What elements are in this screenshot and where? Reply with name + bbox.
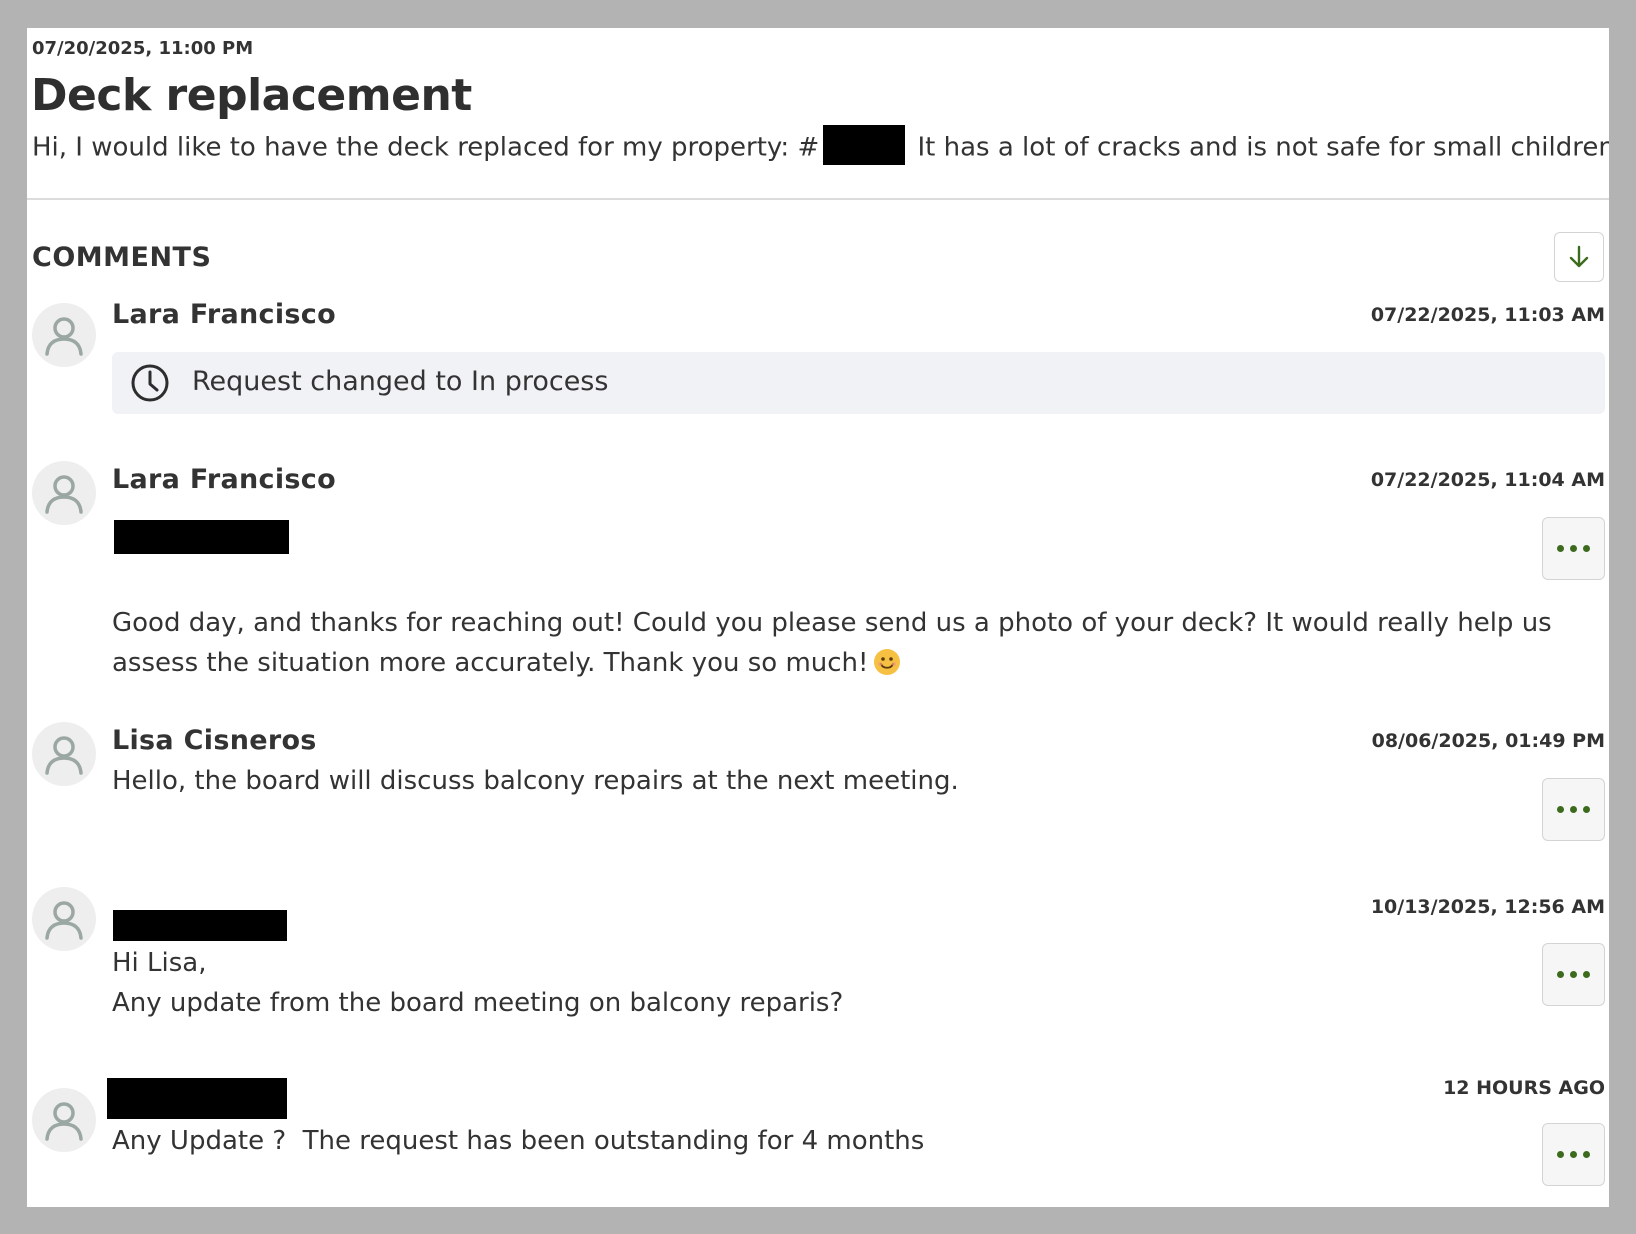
comment-options-button[interactable]: [1542, 778, 1605, 841]
comment-body-line: Any Update ? The request has been outsta…: [112, 1126, 925, 1156]
user-icon: [45, 1102, 83, 1141]
comment-body: Hi Lisa, Any update from the board meeti…: [112, 943, 843, 1023]
status-change-notice: Request changed to In process: [112, 352, 1605, 414]
request-description-end: It has a lot of cracks and is not safe f…: [909, 132, 1610, 163]
comment-body: Good day, and thanks for reaching out! C…: [112, 603, 1552, 683]
ellipsis-icon: [1557, 545, 1590, 552]
comment-body-line: Hi Lisa,: [112, 948, 207, 978]
comment-timestamp: 10/13/2025, 12:56 AM: [1370, 896, 1605, 918]
comment-timestamp: 08/06/2025, 01:49 PM: [1371, 730, 1605, 752]
avatar: [32, 461, 96, 525]
redacted-author-name: [107, 1078, 287, 1119]
request-description-start: Hi, I would like to have the deck replac…: [32, 132, 820, 163]
clock-icon: [131, 364, 169, 402]
user-icon: [45, 317, 83, 356]
avatar: [32, 887, 96, 951]
status-change-text: Request changed to In process: [192, 366, 609, 397]
avatar: [32, 1088, 96, 1152]
request-detail-panel: 07/20/2025, 11:00 PM Deck replacement Hi…: [27, 28, 1609, 1207]
user-icon: [45, 736, 83, 775]
comment-body-line: Good day, and thanks for reaching out! C…: [112, 608, 1552, 638]
request-title: Deck replacement: [31, 70, 472, 121]
request-date: 07/20/2025, 11:00 PM: [32, 38, 254, 59]
arrow-down-icon: [1569, 245, 1589, 268]
comment-item: [27, 28, 1609, 29]
redacted-property-number: [823, 125, 906, 165]
comment-author: Lara Francisco: [112, 464, 336, 495]
comments-heading: COMMENTS: [32, 242, 212, 273]
request-description: Hi, I would like to have the deck replac…: [32, 125, 1610, 168]
comment-body: Any Update ? The request has been outsta…: [112, 1121, 924, 1161]
comment-author: Lisa Cisneros: [112, 725, 317, 756]
avatar: [32, 722, 96, 786]
comment-options-button[interactable]: [1542, 1123, 1605, 1186]
comment-options-button[interactable]: [1542, 943, 1605, 1006]
comment-body-line: assess the situation more accurately. Th…: [112, 648, 869, 678]
ellipsis-icon: [1557, 1151, 1590, 1158]
smiling-face-emoji: [874, 649, 901, 675]
comment-timestamp: 12 HOURS AGO: [1443, 1077, 1605, 1099]
avatar: [32, 303, 96, 367]
sort-comments-button[interactable]: [1554, 232, 1604, 282]
comment-body: Hello, the board will discuss balcony re…: [112, 761, 959, 801]
comment-author: Lara Francisco: [112, 299, 336, 330]
comment-options-button[interactable]: [1542, 517, 1605, 580]
ellipsis-icon: [1557, 806, 1590, 813]
user-icon: [45, 475, 83, 514]
redacted-content: [114, 520, 289, 554]
request-header: 07/20/2025, 11:00 PM Deck replacement Hi…: [27, 28, 1609, 200]
comment-body-line: Hello, the board will discuss balcony re…: [112, 766, 959, 796]
ellipsis-icon: [1557, 971, 1590, 978]
comment-body-line-with-emoji: assess the situation more accurately. Th…: [112, 643, 1552, 683]
redacted-author-name: [113, 910, 287, 941]
user-icon: [45, 901, 83, 940]
comment-body-line: Any update from the board meeting on bal…: [112, 988, 844, 1018]
comment-timestamp: 07/22/2025, 11:03 AM: [1370, 304, 1605, 326]
comment-timestamp: 07/22/2025, 11:04 AM: [1370, 469, 1605, 491]
